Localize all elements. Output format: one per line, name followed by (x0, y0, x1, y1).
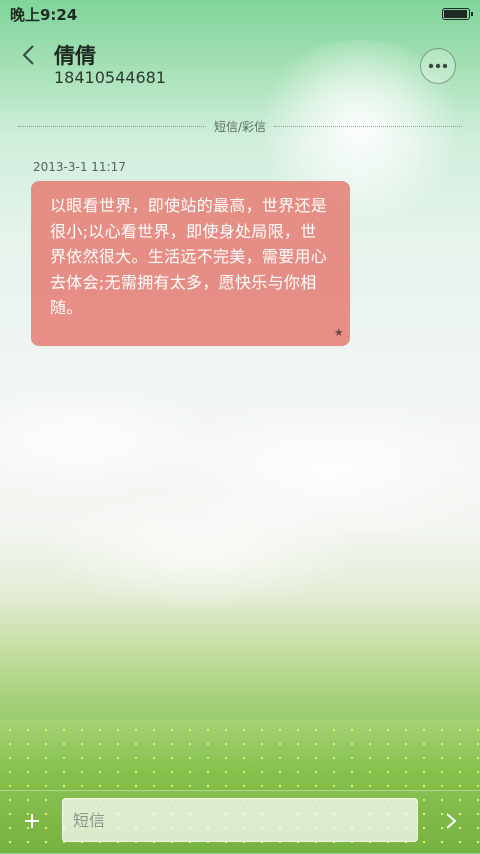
battery-icon (442, 8, 473, 20)
add-attachment-button[interactable] (20, 809, 44, 833)
back-button[interactable] (14, 40, 44, 70)
background-clouds (0, 360, 480, 660)
battery-level-fill (444, 10, 467, 18)
more-dots-icon (428, 63, 448, 69)
more-options-button[interactable] (420, 48, 456, 84)
message-text: 以眼看世界，即使站的最高，世界还是很小;以心看世界，即使身处局限，世界依然很大。… (50, 196, 328, 318)
message-bubble[interactable]: 以眼看世界，即使站的最高，世界还是很小;以心看世界，即使身处局限，世界依然很大。… (31, 181, 350, 346)
compose-bar (0, 790, 480, 854)
divider-line-left (18, 125, 206, 127)
contact-number: 18410544681 (54, 68, 166, 87)
message-input[interactable] (62, 798, 418, 842)
status-bar: 晚上9:24 (0, 0, 480, 28)
conversation-header: 倩倩 18410544681 (0, 36, 480, 96)
message-timestamp: 2013-3-1 11:17 (33, 160, 126, 174)
divider-line-right (274, 125, 463, 127)
star-icon: ★ (333, 326, 344, 340)
status-time: 晚上9:24 (10, 5, 78, 24)
send-button[interactable] (438, 809, 464, 833)
contact-name: 倩倩 (54, 44, 96, 68)
message-type-label: 短信/彩信 (213, 119, 267, 134)
message-type-divider: 短信/彩信 (18, 117, 463, 135)
plus-icon (25, 814, 39, 828)
chevron-left-icon (22, 45, 34, 65)
send-arrow-icon (446, 813, 457, 829)
